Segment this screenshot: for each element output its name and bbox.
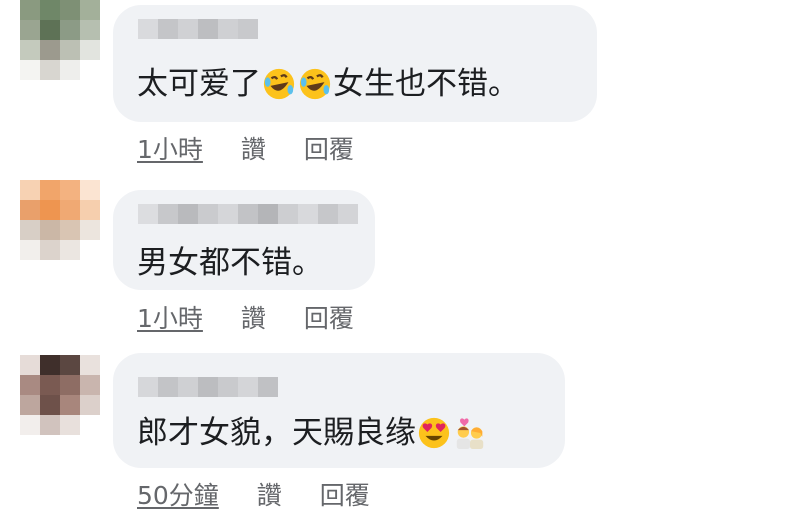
comment-text-main: 太可爱了 — [137, 66, 261, 102]
avatar[interactable] — [20, 355, 100, 435]
like-button[interactable]: 讚 — [241, 304, 266, 333]
rolling-on-floor-laughing-icon — [263, 68, 295, 100]
reply-button[interactable]: 回覆 — [304, 135, 354, 164]
avatar[interactable] — [20, 0, 100, 80]
commenter-name[interactable] — [138, 19, 258, 39]
reply-button[interactable]: 回覆 — [304, 304, 354, 333]
comment-thread: 太可爱了 女生也不错。 1小時 讚 回覆 男女都不错。 1小時 讚 回覆 郎才女… — [0, 0, 800, 525]
couple-with-heart-icon — [456, 418, 484, 450]
smiling-face-with-heart-eyes-icon — [418, 417, 450, 449]
comment-text: 男女都不错。 — [137, 243, 323, 283]
avatar[interactable] — [20, 180, 100, 260]
like-button[interactable]: 讚 — [257, 481, 282, 510]
comment-text: 郎才女貌，天賜良缘 — [137, 413, 488, 453]
comment-text-main: 男女都不错。 — [137, 245, 323, 281]
comment-actions: 1小時 讚 回覆 — [137, 303, 354, 335]
comment-text: 太可爱了 女生也不错。 — [137, 64, 519, 104]
comment-text-main: 郎才女貌，天賜良缘 — [137, 415, 416, 451]
reply-button[interactable]: 回覆 — [320, 481, 370, 510]
timestamp-link[interactable]: 50分鐘 — [137, 481, 219, 510]
timestamp-link[interactable]: 1小時 — [137, 304, 203, 333]
rolling-on-floor-laughing-icon — [299, 68, 331, 100]
comment-text-after: 女生也不错。 — [333, 66, 519, 102]
commenter-name[interactable] — [138, 377, 278, 397]
like-button[interactable]: 讚 — [241, 135, 266, 164]
comment-actions: 1小時 讚 回覆 — [137, 134, 354, 166]
commenter-name[interactable] — [138, 204, 358, 224]
timestamp-link[interactable]: 1小時 — [137, 135, 203, 164]
comment-actions: 50分鐘 讚 回覆 — [137, 480, 370, 512]
